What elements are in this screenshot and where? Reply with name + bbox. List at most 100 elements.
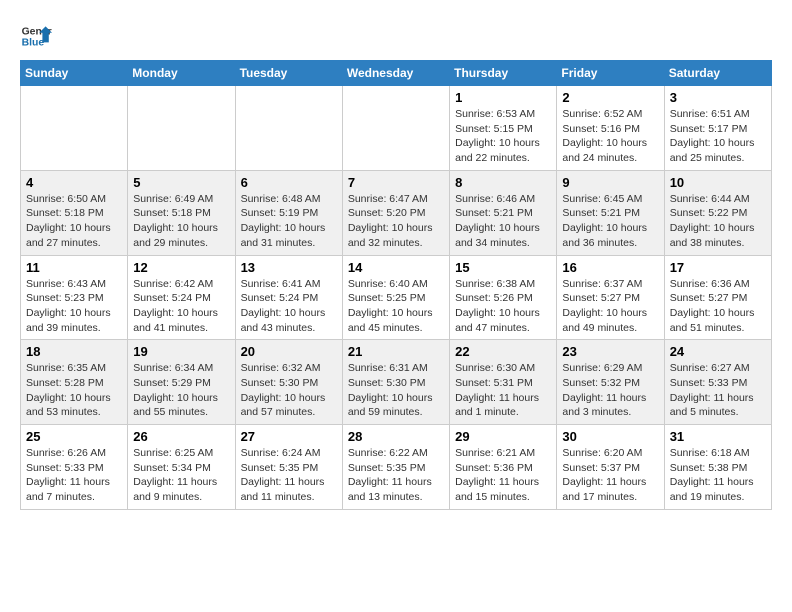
column-header-tuesday: Tuesday: [235, 61, 342, 86]
day-info: Sunrise: 6:18 AM Sunset: 5:38 PM Dayligh…: [670, 446, 766, 505]
day-info: Sunrise: 6:25 AM Sunset: 5:34 PM Dayligh…: [133, 446, 229, 505]
day-cell: 13 Sunrise: 6:41 AM Sunset: 5:24 PM Dayli…: [235, 255, 342, 340]
day-number: 14: [348, 260, 444, 275]
day-number: 21: [348, 344, 444, 359]
day-cell: 7 Sunrise: 6:47 AM Sunset: 5:20 PM Daylig…: [342, 170, 449, 255]
day-cell: 27 Sunrise: 6:24 AM Sunset: 5:35 PM Dayli…: [235, 425, 342, 510]
day-number: 12: [133, 260, 229, 275]
day-cell: 25Sunrise: 6:26 AM Sunset: 5:33 PM Dayli…: [21, 425, 128, 510]
day-cell: 2Sunrise: 6:52 AM Sunset: 5:16 PM Daylig…: [557, 86, 664, 171]
day-info: Sunrise: 6:38 AM Sunset: 5:26 PM Dayligh…: [455, 277, 551, 336]
day-info: Sunrise: 6:41 AM Sunset: 5:24 PM Dayligh…: [241, 277, 337, 336]
day-number: 9: [562, 175, 658, 190]
day-number: 25: [26, 429, 122, 444]
day-info: Sunrise: 6:50 AM Sunset: 5:18 PM Dayligh…: [26, 192, 122, 251]
day-info: Sunrise: 6:32 AM Sunset: 5:30 PM Dayligh…: [241, 361, 337, 420]
day-cell: 8 Sunrise: 6:46 AM Sunset: 5:21 PM Daylig…: [450, 170, 557, 255]
day-info: Sunrise: 6:43 AM Sunset: 5:23 PM Dayligh…: [26, 277, 122, 336]
day-number: 19: [133, 344, 229, 359]
day-number: 11: [26, 260, 122, 275]
day-cell: 22 Sunrise: 6:30 AM Sunset: 5:31 PM Dayli…: [450, 340, 557, 425]
day-info: Sunrise: 6:47 AM Sunset: 5:20 PM Dayligh…: [348, 192, 444, 251]
day-info: Sunrise: 6:40 AM Sunset: 5:25 PM Dayligh…: [348, 277, 444, 336]
svg-text:Blue: Blue: [22, 38, 45, 49]
week-row-2: 4 Sunrise: 6:50 AM Sunset: 5:18 PM Daylig…: [21, 170, 772, 255]
column-header-saturday: Saturday: [664, 61, 771, 86]
week-row-5: 25Sunrise: 6:26 AM Sunset: 5:33 PM Dayli…: [21, 425, 772, 510]
day-number: 20: [241, 344, 337, 359]
day-cell: 5 Sunrise: 6:49 AM Sunset: 5:18 PM Daylig…: [128, 170, 235, 255]
week-row-1: 1Sunrise: 6:53 AM Sunset: 5:15 PM Daylig…: [21, 86, 772, 171]
day-info: Sunrise: 6:37 AM Sunset: 5:27 PM Dayligh…: [562, 277, 658, 336]
column-header-thursday: Thursday: [450, 61, 557, 86]
column-header-monday: Monday: [128, 61, 235, 86]
day-cell: [21, 86, 128, 171]
day-number: 27: [241, 429, 337, 444]
day-info: Sunrise: 6:46 AM Sunset: 5:21 PM Dayligh…: [455, 192, 551, 251]
column-header-wednesday: Wednesday: [342, 61, 449, 86]
calendar-table: SundayMondayTuesdayWednesdayThursdayFrid…: [20, 60, 772, 510]
day-info: Sunrise: 6:52 AM Sunset: 5:16 PM Dayligh…: [562, 107, 658, 166]
day-info: Sunrise: 6:20 AM Sunset: 5:37 PM Dayligh…: [562, 446, 658, 505]
day-cell: 4 Sunrise: 6:50 AM Sunset: 5:18 PM Daylig…: [21, 170, 128, 255]
column-header-sunday: Sunday: [21, 61, 128, 86]
day-number: 16: [562, 260, 658, 275]
day-info: Sunrise: 6:31 AM Sunset: 5:30 PM Dayligh…: [348, 361, 444, 420]
header: General Blue: [20, 20, 772, 52]
day-cell: 18 Sunrise: 6:35 AM Sunset: 5:28 PM Dayli…: [21, 340, 128, 425]
day-cell: 14 Sunrise: 6:40 AM Sunset: 5:25 PM Dayli…: [342, 255, 449, 340]
day-number: 28: [348, 429, 444, 444]
day-number: 7: [348, 175, 444, 190]
day-info: Sunrise: 6:30 AM Sunset: 5:31 PM Dayligh…: [455, 361, 551, 420]
day-number: 4: [26, 175, 122, 190]
day-info: Sunrise: 6:53 AM Sunset: 5:15 PM Dayligh…: [455, 107, 551, 166]
day-cell: [342, 86, 449, 171]
logo: General Blue: [20, 20, 52, 52]
day-cell: 28 Sunrise: 6:22 AM Sunset: 5:35 PM Dayli…: [342, 425, 449, 510]
day-number: 15: [455, 260, 551, 275]
day-number: 13: [241, 260, 337, 275]
day-cell: 10Sunrise: 6:44 AM Sunset: 5:22 PM Dayli…: [664, 170, 771, 255]
day-cell: 16 Sunrise: 6:37 AM Sunset: 5:27 PM Dayli…: [557, 255, 664, 340]
day-cell: 20 Sunrise: 6:32 AM Sunset: 5:30 PM Dayli…: [235, 340, 342, 425]
day-info: Sunrise: 6:24 AM Sunset: 5:35 PM Dayligh…: [241, 446, 337, 505]
day-number: 3: [670, 90, 766, 105]
day-info: Sunrise: 6:44 AM Sunset: 5:22 PM Dayligh…: [670, 192, 766, 251]
day-info: Sunrise: 6:51 AM Sunset: 5:17 PM Dayligh…: [670, 107, 766, 166]
header-row: SundayMondayTuesdayWednesdayThursdayFrid…: [21, 61, 772, 86]
day-info: Sunrise: 6:22 AM Sunset: 5:35 PM Dayligh…: [348, 446, 444, 505]
day-cell: 26Sunrise: 6:25 AM Sunset: 5:34 PM Dayli…: [128, 425, 235, 510]
day-info: Sunrise: 6:42 AM Sunset: 5:24 PM Dayligh…: [133, 277, 229, 336]
day-number: 31: [670, 429, 766, 444]
day-cell: 21 Sunrise: 6:31 AM Sunset: 5:30 PM Dayli…: [342, 340, 449, 425]
day-info: Sunrise: 6:27 AM Sunset: 5:33 PM Dayligh…: [670, 361, 766, 420]
day-number: 18: [26, 344, 122, 359]
logo-icon: General Blue: [20, 20, 52, 52]
day-number: 17: [670, 260, 766, 275]
day-cell: 1Sunrise: 6:53 AM Sunset: 5:15 PM Daylig…: [450, 86, 557, 171]
day-cell: 9Sunrise: 6:45 AM Sunset: 5:21 PM Daylig…: [557, 170, 664, 255]
day-cell: [128, 86, 235, 171]
day-cell: 3 Sunrise: 6:51 AM Sunset: 5:17 PM Daylig…: [664, 86, 771, 171]
day-info: Sunrise: 6:34 AM Sunset: 5:29 PM Dayligh…: [133, 361, 229, 420]
day-number: 24: [670, 344, 766, 359]
day-number: 29: [455, 429, 551, 444]
day-info: Sunrise: 6:29 AM Sunset: 5:32 PM Dayligh…: [562, 361, 658, 420]
day-cell: 11 Sunrise: 6:43 AM Sunset: 5:23 PM Dayli…: [21, 255, 128, 340]
day-cell: 31 Sunrise: 6:18 AM Sunset: 5:38 PM Dayli…: [664, 425, 771, 510]
week-row-3: 11 Sunrise: 6:43 AM Sunset: 5:23 PM Dayli…: [21, 255, 772, 340]
day-number: 8: [455, 175, 551, 190]
week-row-4: 18 Sunrise: 6:35 AM Sunset: 5:28 PM Dayli…: [21, 340, 772, 425]
day-cell: 6 Sunrise: 6:48 AM Sunset: 5:19 PM Daylig…: [235, 170, 342, 255]
day-cell: [235, 86, 342, 171]
day-number: 5: [133, 175, 229, 190]
day-info: Sunrise: 6:49 AM Sunset: 5:18 PM Dayligh…: [133, 192, 229, 251]
day-number: 30: [562, 429, 658, 444]
day-number: 22: [455, 344, 551, 359]
day-info: Sunrise: 6:21 AM Sunset: 5:36 PM Dayligh…: [455, 446, 551, 505]
day-cell: 19 Sunrise: 6:34 AM Sunset: 5:29 PM Dayli…: [128, 340, 235, 425]
day-info: Sunrise: 6:35 AM Sunset: 5:28 PM Dayligh…: [26, 361, 122, 420]
day-number: 6: [241, 175, 337, 190]
day-info: Sunrise: 6:36 AM Sunset: 5:27 PM Dayligh…: [670, 277, 766, 336]
day-info: Sunrise: 6:48 AM Sunset: 5:19 PM Dayligh…: [241, 192, 337, 251]
